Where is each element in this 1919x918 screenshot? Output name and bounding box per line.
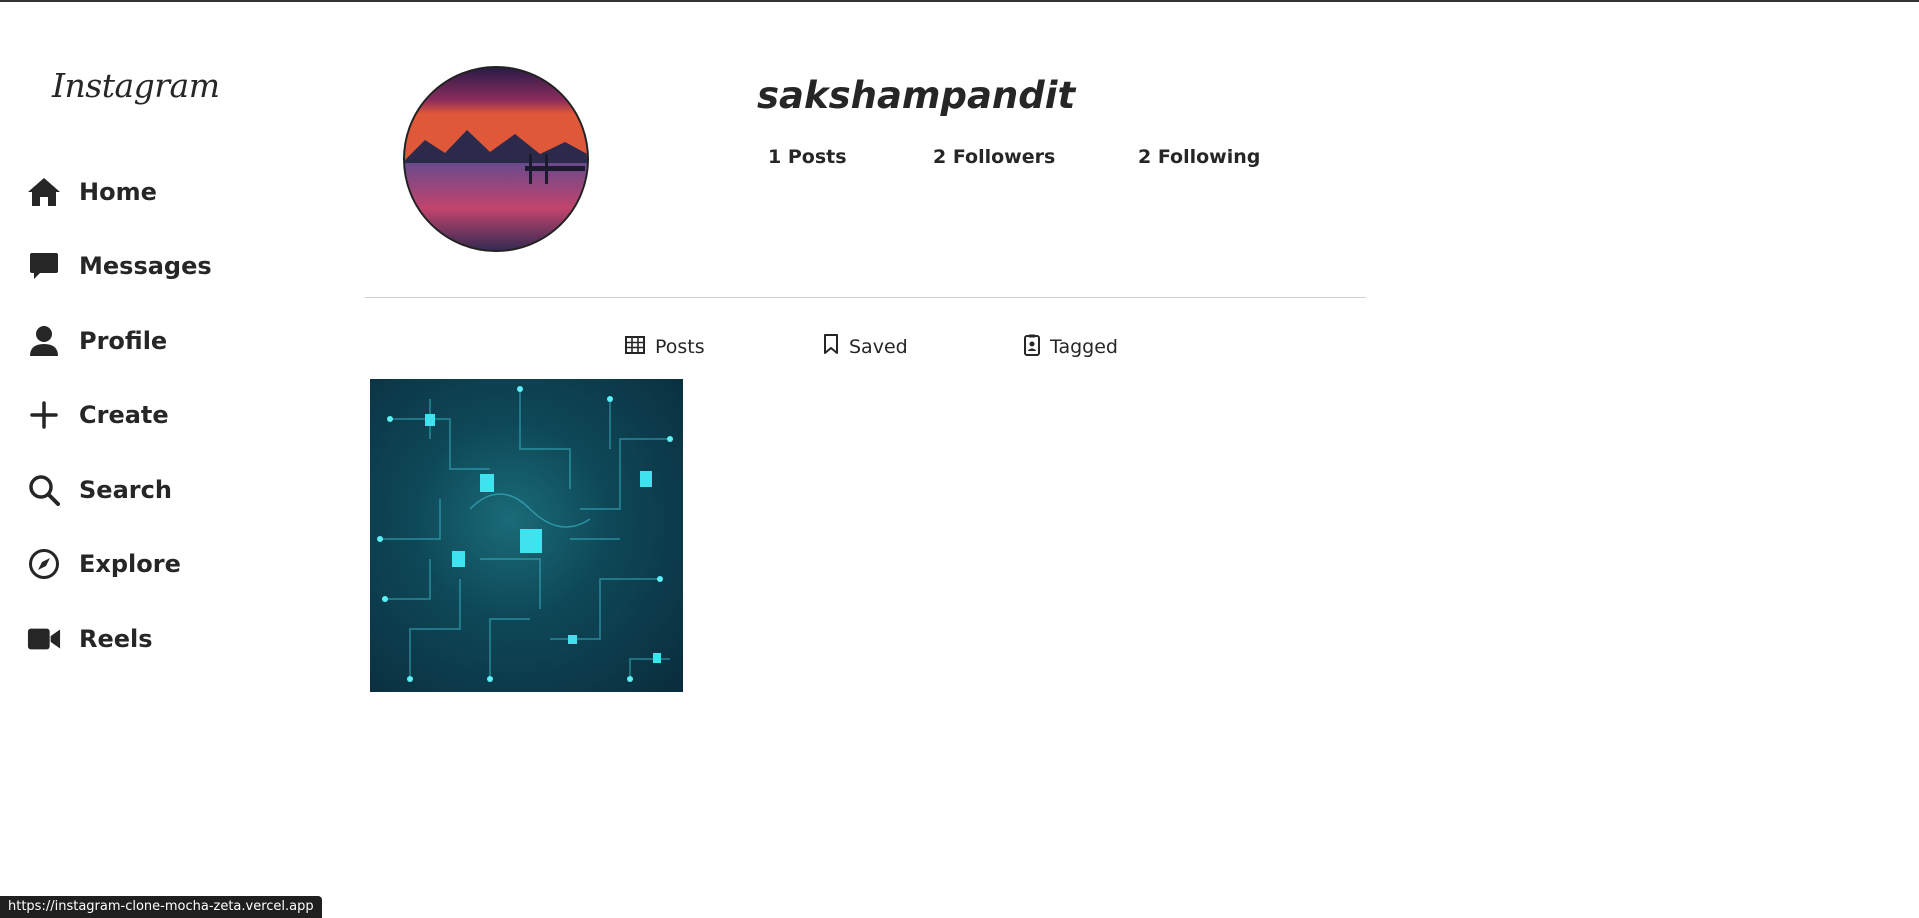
bookmark-icon: [823, 334, 839, 360]
avatar-landscape-image: [405, 68, 587, 250]
sidebar-item-home[interactable]: Home: [27, 172, 157, 212]
tagged-icon: [1024, 334, 1040, 361]
profile-divider: [365, 297, 1366, 298]
sidebar-item-messages[interactable]: Messages: [27, 246, 212, 286]
sidebar-item-label: Profile: [79, 327, 168, 355]
circuit-board-image: [377, 386, 673, 682]
sidebar-item-label: Reels: [79, 625, 153, 653]
avatar[interactable]: [403, 66, 589, 252]
search-icon: [27, 473, 61, 507]
person-icon: [27, 324, 61, 358]
post-thumbnail[interactable]: [370, 379, 683, 692]
video-icon: [27, 622, 61, 656]
sidebar-item-search[interactable]: Search: [27, 470, 172, 510]
status-bar-url: https://instagram-clone-mocha-zeta.verce…: [0, 896, 322, 918]
home-icon: [27, 175, 61, 209]
sidebar-item-label: Explore: [79, 550, 181, 578]
plus-icon: [27, 398, 61, 432]
sidebar-item-profile[interactable]: Profile: [27, 321, 167, 361]
tab-tagged[interactable]: Tagged: [1024, 333, 1118, 361]
followers-count[interactable]: 2 Followers: [933, 146, 1055, 168]
sidebar-item-reels[interactable]: Reels: [27, 619, 153, 659]
grid-icon: [625, 335, 645, 359]
sidebar-item-label: Search: [79, 476, 172, 504]
posts-count[interactable]: 1 Posts: [768, 146, 847, 168]
tab-saved[interactable]: Saved: [823, 333, 908, 361]
sidebar-item-label: Messages: [79, 252, 212, 280]
sidebar-item-explore[interactable]: Explore: [27, 544, 181, 584]
tab-label: Posts: [655, 336, 705, 358]
tab-label: Tagged: [1050, 336, 1118, 358]
tab-posts[interactable]: Posts: [625, 333, 705, 361]
tab-label: Saved: [849, 336, 908, 358]
sidebar-item-label: Home: [79, 178, 157, 206]
following-count[interactable]: 2 Following: [1138, 146, 1260, 168]
profile-username: sakshampandit: [757, 74, 1076, 117]
message-icon: [27, 249, 61, 283]
instagram-logo[interactable]: Instagram: [52, 66, 220, 105]
sidebar: Instagram Home Messages Profile Create S…: [0, 0, 330, 918]
sidebar-item-label: Create: [79, 401, 169, 429]
compass-icon: [27, 547, 61, 581]
sidebar-item-create[interactable]: Create: [27, 395, 169, 435]
